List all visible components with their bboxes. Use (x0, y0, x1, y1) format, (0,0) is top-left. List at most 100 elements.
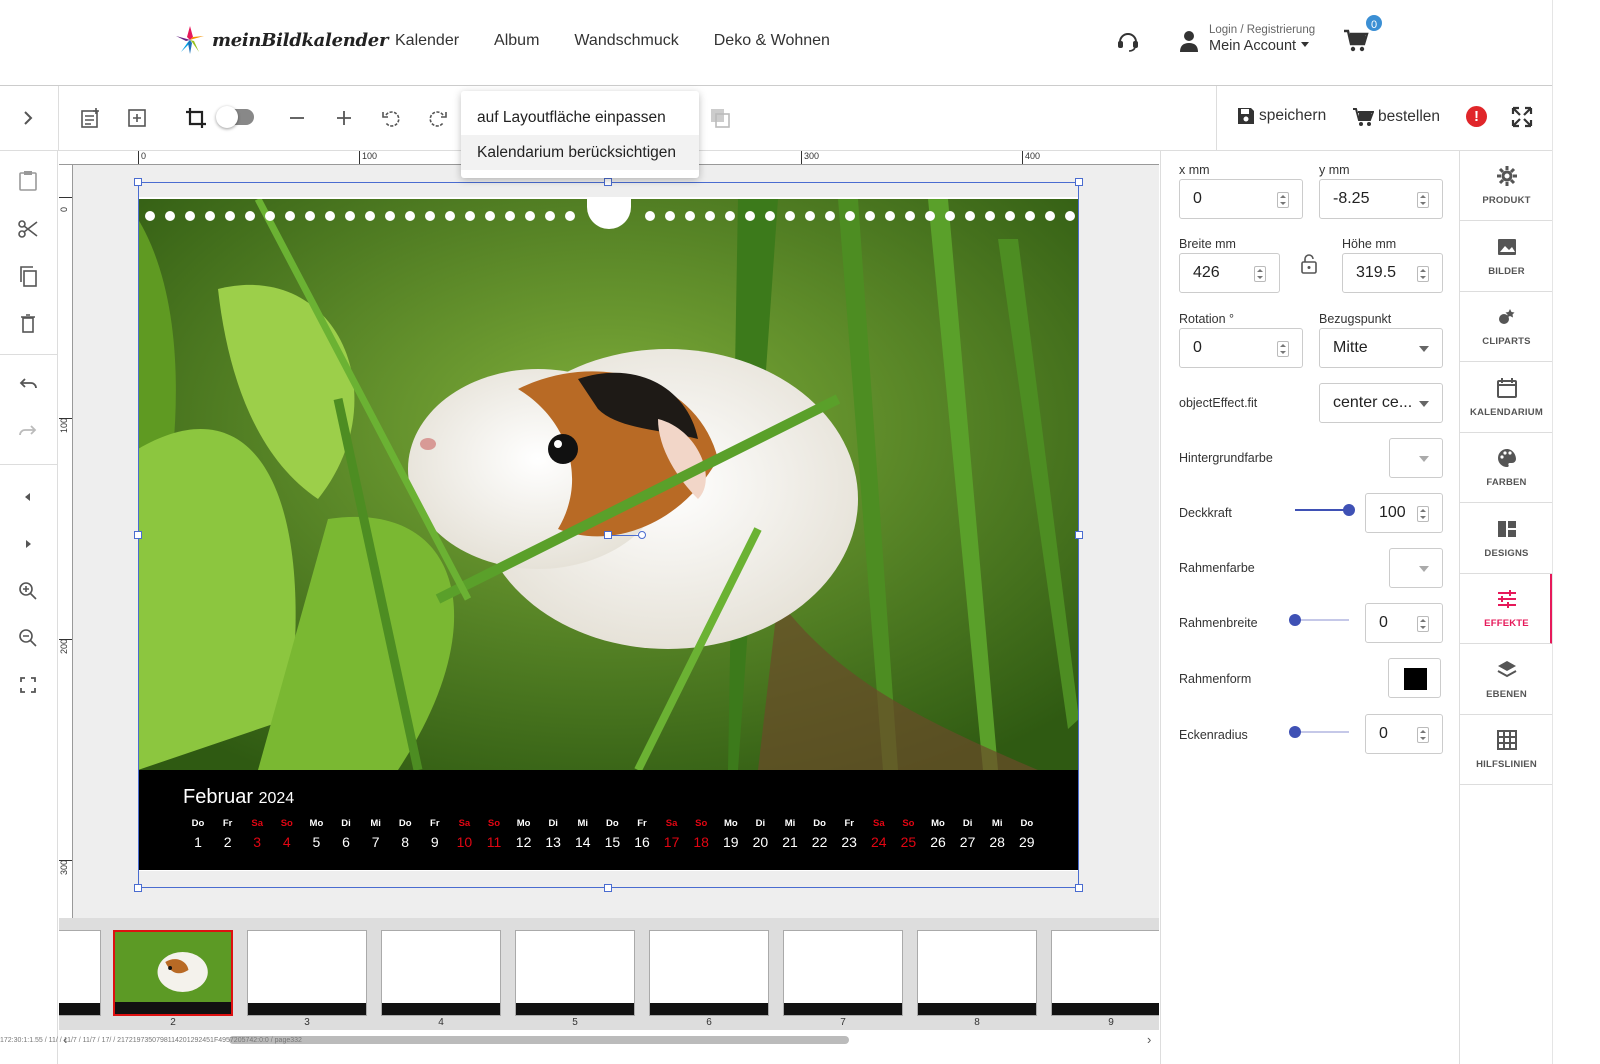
user-icon[interactable] (1178, 30, 1200, 52)
save-button[interactable]: speichern (1237, 107, 1326, 125)
resize-handle-w[interactable] (134, 531, 142, 539)
page-thumbnail-partial[interactable] (59, 930, 101, 1016)
corner-radius-input[interactable]: 0 (1365, 714, 1443, 754)
tab-hilfslinien[interactable]: HILFSLINIEN (1460, 715, 1553, 785)
cut-button[interactable] (16, 217, 40, 241)
collapse-chevron-button[interactable] (16, 106, 40, 130)
cart-icon[interactable] (1343, 29, 1369, 53)
y-input[interactable]: -8.25 (1319, 179, 1443, 219)
tab-farben[interactable]: FARBEN (1460, 433, 1553, 503)
page-thumbnail[interactable] (381, 930, 501, 1016)
rotation-handle[interactable] (638, 531, 646, 539)
login-register-link[interactable]: Login / Registrierung (1209, 24, 1315, 36)
headset-icon[interactable] (1115, 28, 1141, 54)
width-stepper[interactable] (1254, 266, 1266, 282)
border-width-stepper[interactable] (1417, 616, 1429, 632)
resize-handle-ne[interactable] (1075, 178, 1083, 186)
scroll-right-arrow[interactable]: › (1147, 1032, 1151, 1047)
nav-album[interactable]: Album (494, 32, 539, 50)
page-thumbnail[interactable] (649, 930, 769, 1016)
redo-button[interactable] (16, 421, 40, 445)
tab-effekte[interactable]: EFFEKTE (1460, 574, 1553, 644)
tab-designs[interactable]: DESIGNS (1460, 504, 1553, 574)
x-stepper[interactable] (1277, 192, 1289, 208)
zoom-in-image-button[interactable] (332, 106, 356, 130)
tab-kalendarium[interactable]: KALENDARIUM (1460, 363, 1553, 433)
add-box-button[interactable] (125, 106, 149, 130)
page-thumbnail[interactable] (1051, 930, 1159, 1016)
arrange-button[interactable] (708, 106, 732, 130)
page-thumbnail[interactable] (917, 930, 1037, 1016)
tab-bilder[interactable]: BILDER (1460, 222, 1553, 292)
site-logo[interactable]: meinBildkalender (172, 22, 388, 58)
page-thumbnail[interactable] (783, 930, 903, 1016)
zoom-out-image-button[interactable] (285, 106, 309, 130)
tab-cliparts[interactable]: CLIPARTS (1460, 292, 1553, 362)
filmstrip-scroll-thumb[interactable] (229, 1036, 849, 1044)
center-handle[interactable] (604, 531, 612, 539)
crop-button[interactable] (184, 106, 208, 130)
page-thumbnail[interactable] (515, 930, 635, 1016)
previous-page-button[interactable] (16, 485, 40, 509)
slider-thumb[interactable] (1289, 726, 1301, 738)
add-text-button[interactable] (78, 106, 102, 130)
zoom-in-button[interactable] (16, 579, 40, 603)
resize-handle-s[interactable] (604, 884, 612, 892)
resize-handle-e[interactable] (1075, 531, 1083, 539)
crop-toggle[interactable] (216, 106, 254, 128)
page-thumbnail[interactable] (113, 930, 233, 1016)
fit-screen-button[interactable] (16, 673, 40, 697)
slider-thumb[interactable] (1289, 614, 1301, 626)
nav-wandschmuck[interactable]: Wandschmuck (574, 32, 678, 50)
fullscreen-icon[interactable] (1511, 106, 1533, 128)
tab-produkt[interactable]: PRODUKT (1460, 151, 1553, 221)
border-width-slider[interactable] (1289, 614, 1349, 626)
page-thumbnail[interactable] (247, 930, 367, 1016)
opacity-input[interactable]: 100 (1365, 493, 1443, 533)
nav-deko-wohnen[interactable]: Deko & Wohnen (714, 32, 830, 50)
opacity-slider[interactable] (1295, 504, 1355, 516)
resize-handle-n[interactable] (604, 178, 612, 186)
day-number: 26 (930, 834, 946, 850)
resize-handle-nw[interactable] (134, 178, 142, 186)
menu-item-fit-layout[interactable]: auf Layoutfläche einpassen (461, 100, 699, 135)
zoom-out-button[interactable] (16, 626, 40, 650)
x-input[interactable]: 0 (1179, 179, 1303, 219)
design-canvas[interactable]: 0 100 200 300 400 0 100 200 300 (59, 151, 1159, 918)
paste-button[interactable] (16, 168, 40, 192)
opacity-stepper[interactable] (1417, 506, 1429, 522)
next-page-button[interactable] (16, 532, 40, 556)
rotate-left-button[interactable] (379, 106, 403, 130)
order-button[interactable]: bestellen (1352, 107, 1440, 127)
border-width-input[interactable]: 0 (1365, 603, 1443, 643)
height-stepper[interactable] (1417, 266, 1429, 282)
border-shape-picker[interactable] (1388, 658, 1441, 698)
my-account-dropdown[interactable]: Mein Account (1209, 38, 1315, 54)
border-color-picker[interactable] (1389, 548, 1443, 588)
calendarium-bar[interactable]: Februar 2024 Do 1 Fr 2 Sa 3 So 4 Mo 5 Di 6 Mi 7 Do 8 Fr 9… (138, 770, 1079, 870)
y-stepper[interactable] (1417, 192, 1429, 208)
account-menu[interactable]: Login / Registrierung Mein Account (1209, 24, 1315, 54)
unlock-icon[interactable] (1300, 254, 1318, 274)
width-input[interactable]: 426 (1179, 253, 1280, 293)
rotation-input[interactable]: 0 (1179, 328, 1303, 368)
warning-icon[interactable]: ! (1466, 106, 1487, 127)
resize-handle-sw[interactable] (134, 884, 142, 892)
tab-ebenen[interactable]: EBENEN (1460, 645, 1553, 715)
delete-button[interactable] (16, 311, 40, 335)
nav-kalender[interactable]: Kalender (395, 32, 459, 50)
anchor-select[interactable]: Mitte (1319, 328, 1443, 368)
corner-radius-stepper[interactable] (1417, 727, 1429, 743)
height-input[interactable]: 319.5 (1342, 253, 1443, 293)
corner-radius-slider[interactable] (1289, 726, 1349, 738)
resize-handle-se[interactable] (1075, 884, 1083, 892)
rotate-right-button[interactable] (426, 106, 450, 130)
slider-thumb[interactable] (1343, 504, 1355, 516)
guinea-pig-photo[interactable] (138, 199, 1079, 770)
bgcolor-picker[interactable] (1389, 438, 1443, 478)
menu-item-respect-calendar[interactable]: Kalendarium berücksichtigen (461, 135, 699, 170)
undo-button[interactable] (16, 374, 40, 398)
fit-select[interactable]: center ce... (1319, 383, 1443, 423)
copy-button[interactable] (16, 264, 40, 288)
rotation-stepper[interactable] (1277, 341, 1289, 357)
